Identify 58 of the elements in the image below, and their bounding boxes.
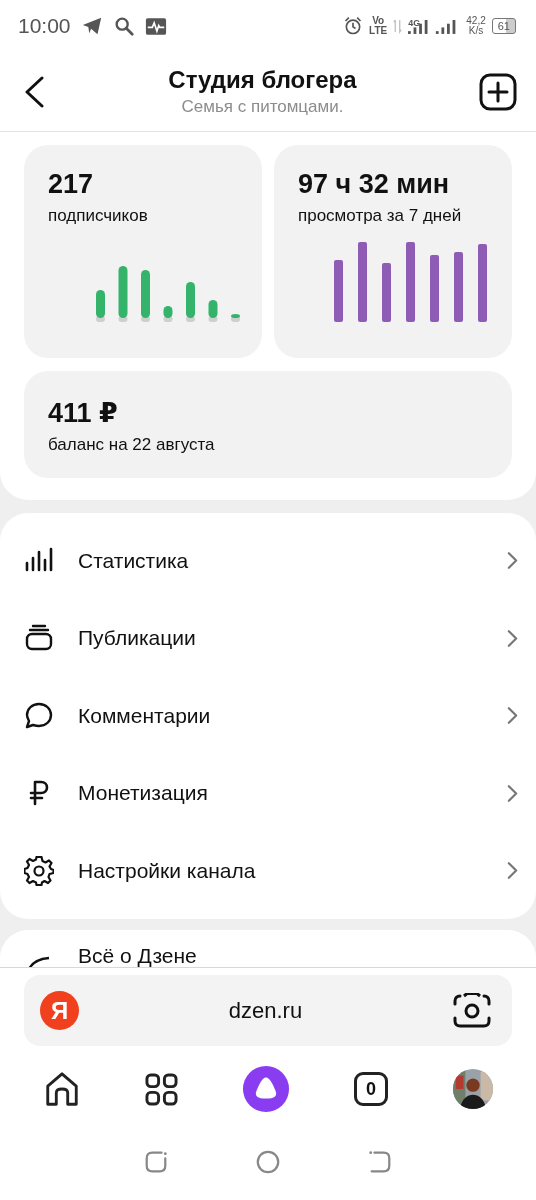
menu-item[interactable]: Публикации [0,599,536,677]
chart-bar [96,290,105,322]
address-bar[interactable]: Я dzen.ru [24,975,512,1046]
menu-item[interactable]: Монетизация [0,754,536,832]
stat-label: баланс на 22 августа [48,435,216,455]
stat-value: 97 ч 32 мин [298,169,451,200]
network-type: 4G [408,17,421,28]
menu-item[interactable]: Настройки канала [0,832,536,910]
volte-label: Vo [372,16,385,26]
home-circle-icon[interactable] [255,1149,281,1175]
chart-bar [430,255,439,322]
chart-bar [454,252,463,322]
chart-bar [382,263,391,322]
page-title: Студия блогера [168,66,357,94]
assistant-icon[interactable] [242,1065,290,1113]
add-icon[interactable] [479,72,517,111]
speech-bubble-icon [24,700,54,731]
camera-icon[interactable] [452,992,492,1029]
data-arrows-icon [393,17,403,35]
chart-bar [231,314,240,322]
stat-card[interactable]: 411 ₽ баланс на 22 августа [24,371,512,478]
settings-icon [24,855,54,886]
browser-logo[interactable]: Я [40,991,79,1030]
speed-unit: K/s [468,26,484,36]
chart-bar [186,282,195,322]
battery-level: 61 [491,18,516,34]
home-icon[interactable] [43,1070,81,1108]
alarm-clock-icon [343,16,364,36]
apps-grid-icon[interactable] [145,1072,178,1106]
stat-value: 217 [48,169,95,200]
channel-name: Семья с питомцами. [181,97,344,117]
chevron-right-icon [507,551,518,571]
network-speed: 42,2 [466,16,486,26]
volte-label: LTE [369,26,388,36]
menu-item[interactable]: Комментарии [0,677,536,755]
chevron-right-icon [507,628,518,648]
stat-label: подписчиков [48,206,149,226]
stat-label: просмотра за 7 дней [298,206,463,226]
stat-value: 411 ₽ [48,397,119,429]
stat-card[interactable]: 97 ч 32 мин просмотра за 7 дней [274,145,512,358]
chart-bar [163,306,173,322]
menu-item[interactable]: Всё о Дзене [0,929,536,967]
chart-bar [208,300,218,322]
clock-time: 10:00 [18,14,71,38]
address-text: dzen.ru [228,997,303,1024]
stat-card[interactable]: 217 подписчиков [24,145,262,358]
back-gesture-icon[interactable] [367,1149,393,1175]
menu-item[interactable]: Статистика [0,522,536,600]
pulse-icon [144,16,167,36]
recent-apps-icon[interactable] [143,1149,169,1175]
curve-icon [27,955,51,967]
chart-bar [118,266,128,322]
tabs-counter[interactable]: 0 [354,1072,388,1106]
chevron-right-icon [507,706,518,726]
chart-bar [334,260,343,322]
chart-bar [141,270,150,322]
chevron-right-icon [507,861,518,881]
chevron-right-icon [507,783,518,803]
